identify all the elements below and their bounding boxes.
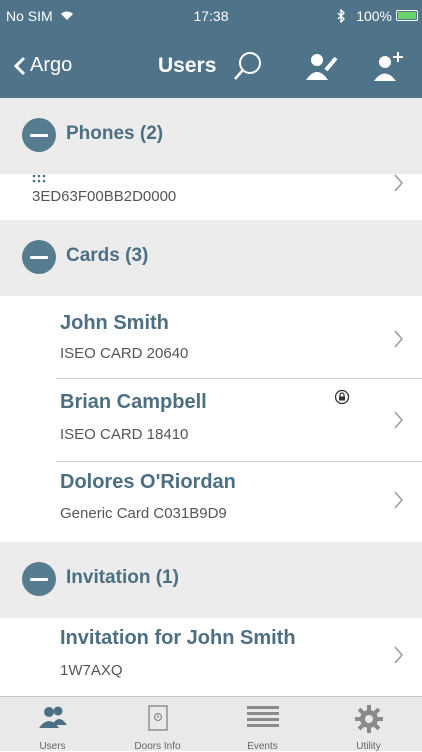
section-header-invitation[interactable]: Invitation (1) [0,542,422,618]
section-header-phones[interactable]: Phones (2) [0,98,422,174]
battery-icon [396,10,418,21]
collapse-icon[interactable] [22,240,56,274]
door-icon [147,705,168,731]
tab-label: Doors Info [134,741,181,752]
tab-utility[interactable]: Utility [316,697,421,752]
collapse-icon[interactable] [22,118,56,152]
edit-user-icon [306,54,338,80]
back-label: Argo [30,54,73,76]
section-title: Cards (3) [66,245,149,266]
chevron-right-icon [394,330,403,348]
chevron-right-icon [394,411,403,429]
tab-bar: Users Doors Info Events Utility [0,696,422,752]
page-title: Users [158,54,217,77]
list-item-title: Invitation for John Smith [60,627,296,649]
section-title: Invitation (1) [66,567,179,588]
add-user-button[interactable] [372,50,406,87]
list-item-invitation[interactable]: Invitation for John Smith 1W7AXQ [0,618,422,696]
tab-label: Events [247,741,278,752]
section-title: Phones (2) [66,123,164,144]
search-button[interactable] [232,50,264,87]
list-item-subtitle: Generic Card C031B9D9 [60,505,227,522]
bluetooth-icon [337,8,346,24]
list-item-subtitle: 3ED63F00BB2D0000 [32,188,177,205]
list-item-subtitle: ISEO CARD 18410 [60,426,189,443]
keypad-icon [32,174,46,183]
tab-users[interactable]: Users [0,697,105,752]
tab-events[interactable]: Events [210,697,315,752]
back-button[interactable]: Argo [14,54,72,77]
collapse-icon[interactable] [22,562,56,596]
status-bar: No SIM 17:38 100% [0,0,422,34]
list-item-title: Dolores O'Riordan [60,471,236,493]
chevron-left-icon [14,56,26,75]
navigation-bar: Argo Users [0,34,422,98]
list-item-subtitle: ISEO CARD 20640 [60,345,189,362]
list-item-card[interactable]: Brian Campbell ISEO CARD 18410 [0,379,422,461]
tab-label: Users [39,741,66,752]
edit-user-button[interactable] [304,50,338,87]
list-item-card[interactable]: John Smith ISEO CARD 20640 [0,296,422,378]
search-icon [234,52,261,80]
lock-icon [334,389,350,405]
list-item-title: Brian Campbell [60,391,207,413]
add-user-icon [374,52,403,81]
section-header-cards[interactable]: Cards (3) [0,220,422,296]
users-icon [38,706,67,728]
tab-label: Utility [356,741,381,752]
chevron-right-icon [394,646,403,664]
list-item-card[interactable]: Dolores O'Riordan Generic Card C031B9D9 [0,462,422,542]
chevron-right-icon [394,491,403,509]
chevron-right-icon [394,174,403,192]
gear-icon [354,705,383,733]
list-item-phone[interactable]: 3ED63F00BB2D0000 [0,174,422,220]
list-icon [246,706,279,727]
battery-percent: 100% [336,8,392,24]
tab-doors-info[interactable]: Doors Info [105,697,210,752]
list-item-title: John Smith [60,312,169,334]
list-item-subtitle: 1W7AXQ [60,662,123,679]
